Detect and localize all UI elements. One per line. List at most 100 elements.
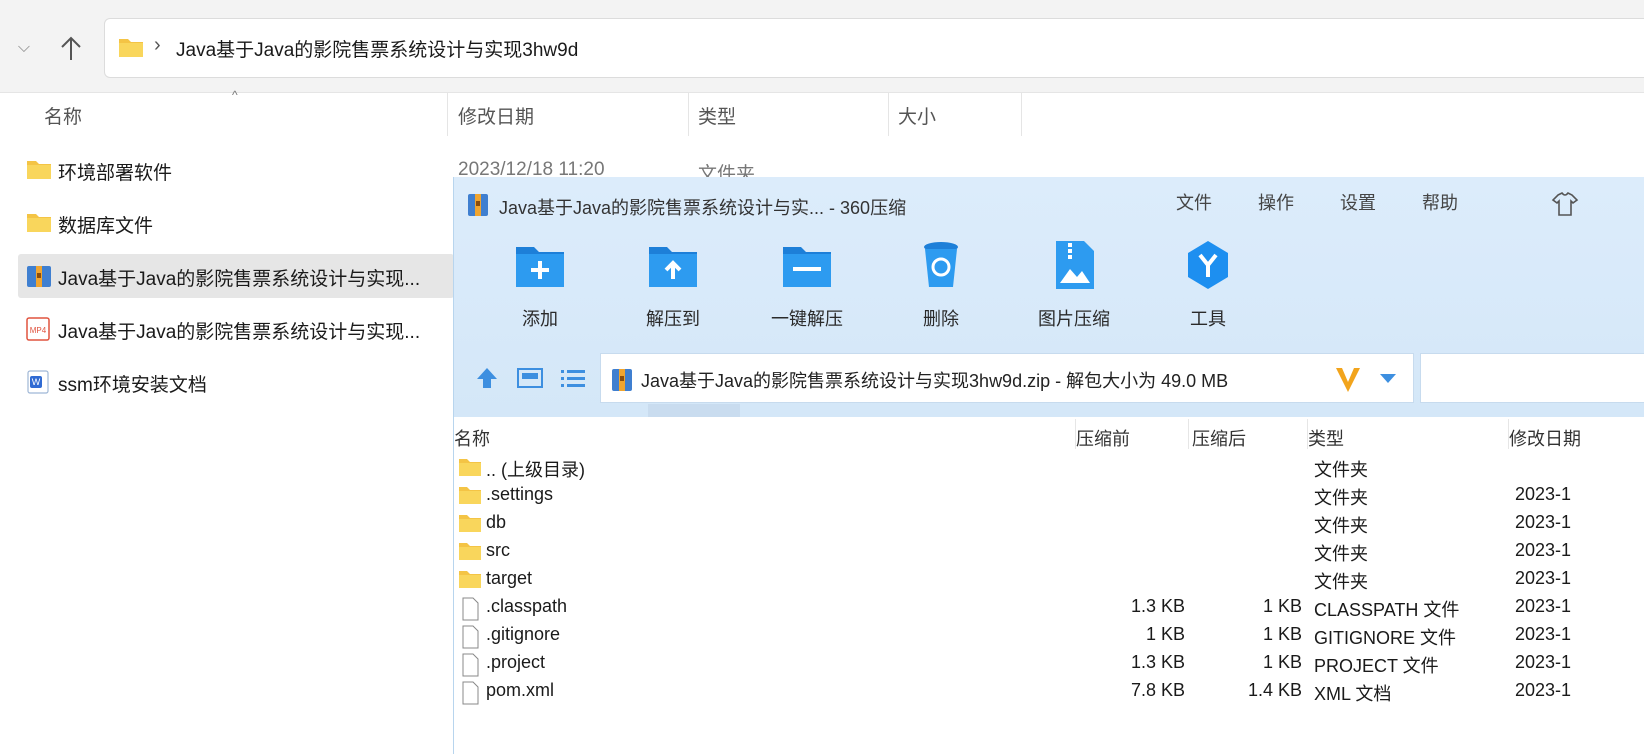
word-doc-icon: W <box>26 370 52 394</box>
item-date: 2023-1 <box>1515 540 1572 560</box>
column-date[interactable]: 修改日期 <box>1509 425 1581 451</box>
file-icon <box>458 681 482 705</box>
item-date: 2023-1 <box>1515 680 1572 700</box>
item-type: GITIGNORE 文件 <box>1314 628 1457 648</box>
extract-to-button[interactable]: 解压到 <box>613 239 733 335</box>
one-click-extract-button[interactable]: 一键解压 <box>747 239 867 335</box>
column-divider[interactable] <box>1021 92 1022 136</box>
file-name: 数据库文件 <box>58 216 154 237</box>
archive-item-name: src <box>486 540 510 560</box>
tool-label: 添加 <box>522 309 558 329</box>
item-date: 2023-1 <box>1515 568 1572 588</box>
menu-operate[interactable]: 操作 <box>1258 189 1294 215</box>
file-icon <box>458 597 482 621</box>
folder-icon <box>458 485 482 505</box>
skin-shirt-icon[interactable] <box>1550 191 1580 217</box>
window-title: Java基于Java的影院售票系统设计与实... - 360压缩 <box>499 198 907 218</box>
archive-row[interactable]: src 文件夹 2023-1 <box>454 537 1644 565</box>
item-date: 2023-1 <box>1515 512 1572 532</box>
breadcrumb-current[interactable]: Java基于Java的影院售票系统设计与实现3hw9d <box>176 35 578 62</box>
up-level-icon[interactable] <box>474 365 500 391</box>
folder-icon <box>118 36 144 58</box>
column-name[interactable]: 名称 <box>454 425 490 451</box>
image-compress-icon <box>1056 241 1094 289</box>
menu-help[interactable]: 帮助 <box>1422 189 1458 215</box>
menu-settings[interactable]: 设置 <box>1340 189 1376 215</box>
add-folder-icon <box>516 247 564 287</box>
size-before: 1 KB <box>1145 624 1185 644</box>
list-view-icon[interactable] <box>560 367 586 389</box>
vip-v-icon[interactable] <box>1333 360 1363 396</box>
tool-label: 图片压缩 <box>1038 309 1110 329</box>
tool-label: 一键解压 <box>771 309 843 329</box>
column-name[interactable]: 名称 <box>44 102 82 129</box>
item-date: 2023-1 <box>1515 624 1572 644</box>
column-divider[interactable] <box>1188 419 1189 449</box>
file-row[interactable]: 数据库文件 <box>18 201 454 245</box>
item-type: 文件夹 <box>1314 572 1368 592</box>
archive-row[interactable]: .project 1.3 KB 1 KB PROJECT 文件 2023-1 <box>454 649 1644 677</box>
size-after: 1.4 KB <box>1247 680 1302 700</box>
item-type: CLASSPATH 文件 <box>1314 600 1460 620</box>
tools-button[interactable]: 工具 <box>1148 239 1268 335</box>
column-size-before[interactable]: 压缩前 <box>1076 425 1130 451</box>
tools-icon <box>1188 241 1228 289</box>
column-date[interactable]: 修改日期 <box>458 102 534 129</box>
horizontal-scrollbar-thumb[interactable] <box>648 404 740 417</box>
column-size-after[interactable]: 压缩后 <box>1192 425 1246 451</box>
size-before: 1.3 KB <box>1130 652 1185 672</box>
add-button[interactable]: 添加 <box>480 239 600 335</box>
up-arrow-icon[interactable] <box>56 30 86 66</box>
archive-row[interactable]: .gitignore 1 KB 1 KB GITIGNORE 文件 2023-1 <box>454 621 1644 649</box>
folder-icon <box>26 211 52 235</box>
size-after: 1 KB <box>1262 652 1302 672</box>
archive-row[interactable]: pom.xml 7.8 KB 1.4 KB XML 文档 2023-1 <box>454 677 1644 705</box>
archive-row[interactable]: .classpath 1.3 KB 1 KB CLASSPATH 文件 2023… <box>454 593 1644 621</box>
size-after: 1 KB <box>1262 596 1302 616</box>
breadcrumb-separator: › <box>154 34 161 56</box>
dropdown-arrow-icon[interactable] <box>1377 368 1399 388</box>
column-type[interactable]: 类型 <box>1308 425 1344 451</box>
column-divider[interactable] <box>447 92 448 136</box>
delete-button[interactable]: 删除 <box>881 239 1001 335</box>
file-row[interactable]: MP4 Java基于Java的影院售票系统设计与实现... <box>18 307 454 351</box>
archive-item-name: .. (上级目录) <box>486 460 585 480</box>
zip-archive-icon <box>467 191 489 217</box>
file-name: ssm环境安装文档 <box>58 375 207 396</box>
file-row[interactable]: 环境部署软件 <box>18 148 454 192</box>
tool-label: 删除 <box>923 309 959 329</box>
archive-row[interactable]: db 文件夹 2023-1 <box>454 509 1644 537</box>
file-icon <box>458 625 482 649</box>
folder-icon <box>458 457 482 477</box>
file-row[interactable]: W ssm环境安装文档 <box>18 360 454 404</box>
svg-text:MP4: MP4 <box>30 326 47 335</box>
archive-row[interactable]: target 文件夹 2023-1 <box>454 565 1644 593</box>
zip-archive-icon <box>611 366 633 392</box>
chevron-down-icon[interactable]: ⌵ <box>14 34 34 62</box>
menu-file[interactable]: 文件 <box>1176 189 1212 215</box>
archive-item-name: .settings <box>486 484 554 504</box>
sort-caret-icon: ^ <box>232 88 238 102</box>
file-name: Java基于Java的影院售票系统设计与实现... <box>58 322 421 343</box>
archive-row[interactable]: .settings 文件夹 2023-1 <box>454 481 1644 509</box>
image-compress-button[interactable]: 图片压缩 <box>1014 239 1134 335</box>
zip-archive-icon <box>26 264 52 288</box>
archive-row[interactable]: .. (上级目录) 文件夹 <box>454 453 1644 481</box>
file-name: 环境部署软件 <box>58 163 173 184</box>
archive-path-box[interactable]: Java基于Java的影院售票系统设计与实现3hw9d.zip - 解包大小为 … <box>600 353 1414 403</box>
thumbnail-view-icon[interactable] <box>516 367 544 389</box>
zip-window: Java基于Java的影院售票系统设计与实... - 360压缩 文件 操作 设… <box>453 177 1644 754</box>
item-type: 文件夹 <box>1314 544 1368 564</box>
column-divider[interactable] <box>688 92 689 136</box>
column-divider[interactable] <box>888 92 889 136</box>
folder-icon <box>458 569 482 589</box>
item-type: 文件夹 <box>1314 488 1368 508</box>
search-box[interactable] <box>1420 353 1644 403</box>
file-row-selected[interactable]: Java基于Java的影院售票系统设计与实现... <box>18 254 454 298</box>
column-size[interactable]: 大小 <box>898 102 936 129</box>
tool-label: 工具 <box>1190 309 1226 329</box>
size-before: 1.3 KB <box>1130 596 1185 616</box>
column-type[interactable]: 类型 <box>698 102 736 129</box>
size-after: 1 KB <box>1262 624 1302 644</box>
item-type: XML 文档 <box>1314 684 1392 704</box>
